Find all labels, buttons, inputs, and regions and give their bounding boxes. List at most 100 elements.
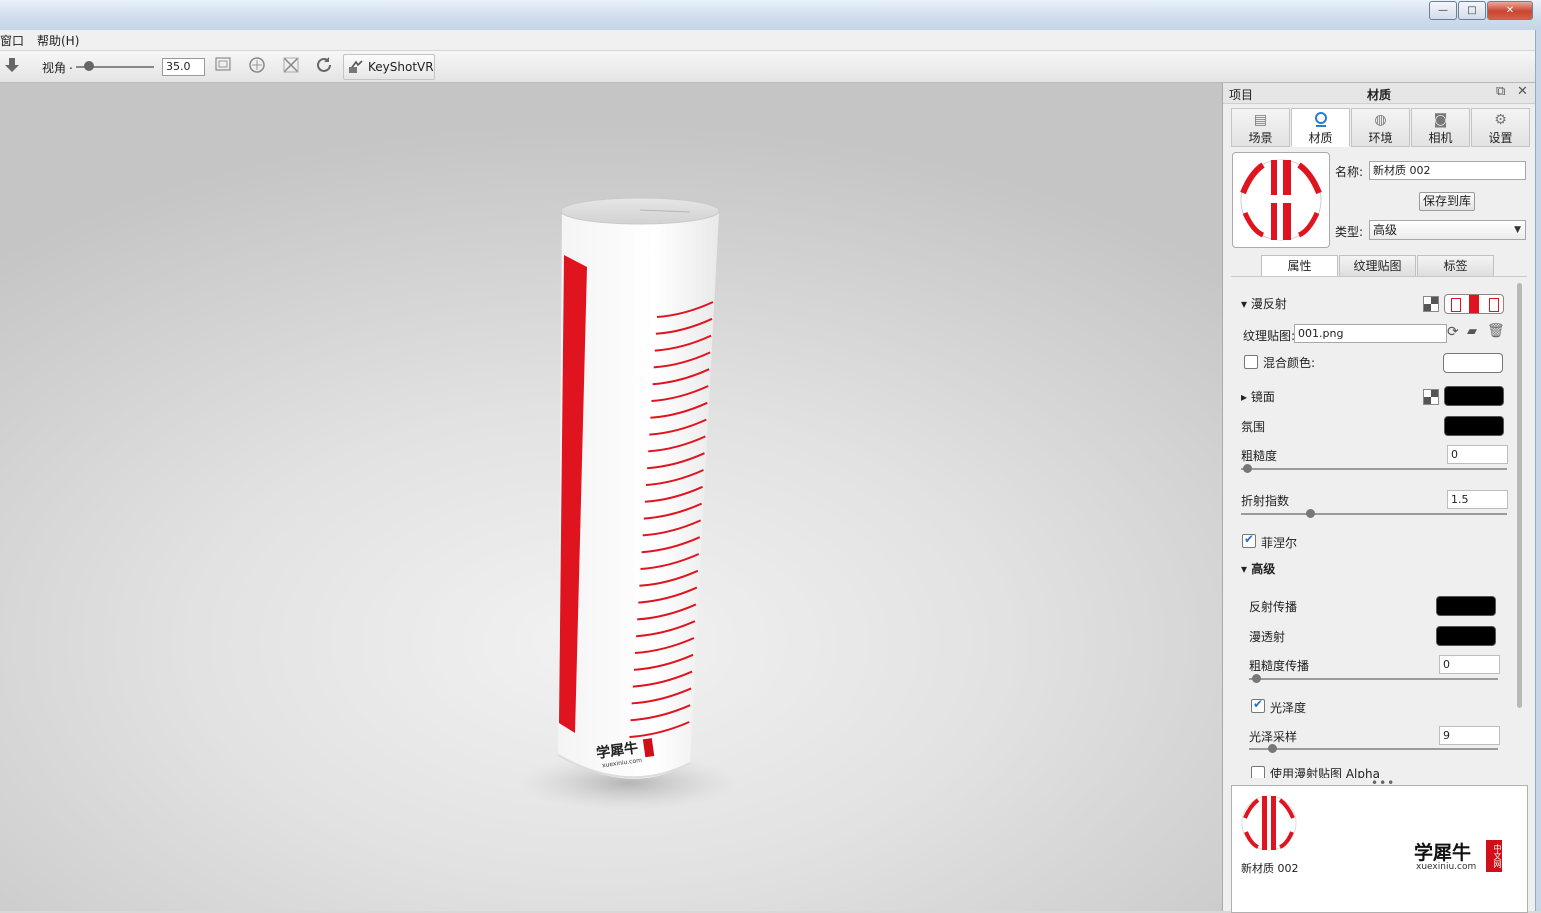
gloss-label: 光泽度 — [1270, 701, 1307, 715]
cylinder-model[interactable]: 学犀牛 xuexiniu.com — [0, 83, 1222, 911]
menu-bar: 窗口 帮助(H) — [0, 30, 1535, 51]
gloss-samples-slider-track[interactable] — [1249, 748, 1498, 750]
atmosphere-swatch[interactable] — [1444, 416, 1504, 436]
reflection-spread-label: 反射传播 — [1249, 600, 1298, 614]
render-icon[interactable] — [247, 56, 267, 76]
reload-icon[interactable]: ⟳ — [1447, 324, 1459, 340]
render-viewport[interactable]: 学犀牛 xuexiniu.com — [0, 83, 1222, 911]
diffuse-swatch[interactable] — [1444, 294, 1504, 314]
close-button[interactable]: ✕ — [1487, 1, 1533, 20]
grid-icon[interactable] — [213, 56, 233, 76]
blend-color-swatch[interactable] — [1443, 353, 1503, 373]
title-bar: — □ ✕ — [0, 0, 1541, 31]
library-item-thumbnail[interactable] — [1240, 794, 1298, 855]
watermark-main: 学犀牛 — [1414, 842, 1472, 864]
material-type-select[interactable]: 高级 ▼ — [1369, 220, 1526, 240]
gloss-samples-slider-knob[interactable] — [1268, 744, 1277, 753]
menu-help[interactable]: 帮助(H) — [37, 32, 79, 49]
atmosphere-label: 氛围 — [1241, 420, 1266, 434]
fit-icon[interactable] — [281, 56, 301, 76]
ior-slider-track[interactable] — [1241, 513, 1507, 515]
fov-slider-knob[interactable] — [84, 61, 94, 71]
type-label: 类型: — [1335, 225, 1364, 239]
trash-icon[interactable]: 🗑 — [1487, 323, 1505, 339]
gear-icon: ⚙ — [1494, 112, 1507, 128]
tab-environment[interactable]: ◍ 环境 — [1351, 108, 1410, 147]
keyshotvr-label: KeyShotVR — [368, 60, 434, 74]
globe-icon: ◍ — [1374, 112, 1387, 128]
texture-toggle-icon[interactable] — [1423, 296, 1439, 312]
menu-window[interactable]: 窗口 — [0, 32, 24, 49]
blend-color-checkbox[interactable] — [1244, 355, 1258, 369]
window-controls: — □ ✕ — [1428, 1, 1533, 20]
library-item-label: 新材质 002 — [1241, 862, 1299, 875]
diffuse-transmission-label: 漫透射 — [1249, 630, 1286, 644]
fresnel-label: 菲涅尔 — [1261, 536, 1298, 550]
specular-header[interactable]: ▸ 镜面 — [1241, 388, 1275, 405]
project-label[interactable]: 项目 — [1229, 86, 1253, 103]
tab-material[interactable]: 材质 — [1291, 108, 1350, 147]
folder-icon[interactable]: ▰ — [1467, 324, 1477, 339]
tab-camera[interactable]: ◙ 相机 — [1411, 108, 1470, 147]
refresh-icon[interactable] — [314, 56, 334, 76]
name-label: 名称: — [1335, 165, 1364, 179]
diffuse-header[interactable]: ▾ 漫反射 — [1241, 295, 1287, 312]
advanced-header[interactable]: ▾ 高级 — [1241, 560, 1275, 577]
texture-map-label: 纹理贴图: — [1243, 329, 1296, 343]
properties-list: ▾ 漫反射 纹理贴图: 001.png ⟳ ▰ 🗑 混合颜色: ▸ 镜面 氛围 … — [1231, 278, 1523, 778]
subtab-properties[interactable]: 属性 — [1261, 255, 1338, 277]
properties-scrollbar[interactable] — [1517, 283, 1522, 708]
camera-wand-icon — [348, 58, 364, 78]
material-panel: 项目 材质 ⧉ ✕ ▤ 场景 材质 ◍ 环境 ◙ 相机 ⚙ 设置 名称: 新材质… — [1222, 83, 1536, 913]
gloss-checkbox[interactable] — [1251, 697, 1265, 713]
window-frame-right — [1535, 30, 1541, 911]
subtab-divider — [1231, 276, 1527, 277]
use-diffuse-alpha-checkbox[interactable] — [1251, 766, 1265, 778]
download-arrow-icon[interactable] — [2, 56, 22, 76]
roughness-spread-slider-track[interactable] — [1249, 678, 1498, 680]
watermark-url: xuexiniu.com — [1416, 862, 1477, 872]
minimize-button[interactable]: — — [1429, 1, 1457, 20]
ior-slider-knob[interactable] — [1306, 509, 1315, 518]
panel-close-icon[interactable]: ✕ — [1517, 84, 1528, 99]
fresnel-checkbox[interactable] — [1242, 532, 1256, 548]
specular-texture-icon[interactable] — [1423, 389, 1439, 405]
chevron-down-icon: ▼ — [1514, 225, 1521, 235]
tab-scene[interactable]: ▤ 场景 — [1231, 108, 1290, 147]
fov-input[interactable]: 35.0 — [162, 58, 205, 76]
material-preview[interactable] — [1232, 152, 1330, 248]
ior-label: 折射指数 — [1241, 494, 1290, 508]
property-subtabs: 属性 纹理贴图 标签 — [1261, 255, 1495, 277]
roughness-spread-slider-knob[interactable] — [1252, 674, 1261, 683]
maximize-button[interactable]: □ — [1458, 1, 1486, 20]
tab-settings[interactable]: ⚙ 设置 — [1471, 108, 1530, 147]
ior-input[interactable]: 1.5 — [1447, 490, 1508, 509]
specular-swatch[interactable] — [1444, 386, 1504, 406]
material-library: 新材质 002 学犀牛 中文网 xuexiniu.com — [1231, 785, 1528, 913]
save-to-library-button[interactable]: 保存到库 — [1419, 192, 1475, 211]
roughness-slider-knob[interactable] — [1243, 464, 1252, 473]
roughness-spread-label: 粗糙度传播 — [1249, 659, 1310, 673]
reflection-spread-swatch[interactable] — [1436, 596, 1496, 616]
panel-title: 材质 — [1367, 88, 1392, 102]
watermark-badge: 中文网 — [1486, 840, 1502, 872]
subtab-textures[interactable]: 纹理贴图 — [1339, 255, 1416, 277]
subtab-labels[interactable]: 标签 — [1417, 255, 1494, 277]
fov-label: 视角 — [42, 61, 67, 75]
diffuse-transmission-swatch[interactable] — [1436, 626, 1496, 646]
roughness-input[interactable]: 0 — [1447, 445, 1508, 464]
roughness-slider-track[interactable] — [1241, 468, 1507, 470]
panel-tabs: ▤ 场景 材质 ◍ 环境 ◙ 相机 ⚙ 设置 — [1231, 108, 1531, 147]
texture-file-input[interactable]: 001.png — [1294, 324, 1447, 343]
gloss-samples-input[interactable]: 9 — [1439, 726, 1500, 745]
list-icon: ▤ — [1253, 112, 1268, 128]
keyshotvr-button[interactable]: KeyShotVR — [343, 54, 435, 80]
toolbar: 视角 . 35.0 KeyShotVR — [0, 51, 1535, 83]
camera-icon: ◙ — [1433, 112, 1448, 128]
use-diffuse-alpha-label: 使用漫射贴图 Alpha — [1270, 767, 1380, 778]
roughness-spread-input[interactable]: 0 — [1439, 655, 1500, 674]
gloss-samples-label: 光泽采样 — [1249, 730, 1298, 744]
material-name-input[interactable]: 新材质 002 — [1369, 161, 1526, 180]
fov-dot: . — [69, 58, 73, 72]
undock-icon[interactable]: ⧉ — [1496, 84, 1505, 99]
